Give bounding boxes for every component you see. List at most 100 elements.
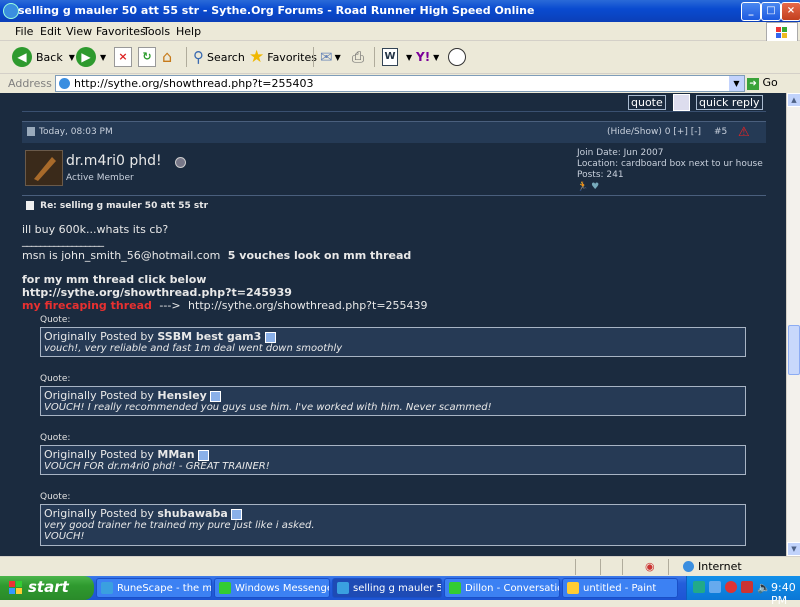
taskbar-item-paint[interactable]: untitled - Paint — [562, 578, 678, 598]
forward-button[interactable]: ▶ ▼ — [76, 45, 106, 69]
ie-icon — [337, 582, 349, 594]
post-username[interactable]: dr.m4ri0 phd! — [66, 153, 162, 169]
signature-arrow: ---> — [159, 299, 181, 312]
messenger-button[interactable] — [448, 45, 466, 69]
address-dropdown-icon[interactable]: ▼ — [729, 76, 744, 91]
edit-dropdown-icon[interactable]: ▼ — [406, 53, 412, 62]
edit-word-button[interactable]: W ▼ — [382, 45, 412, 69]
post-hide-show-controls[interactable]: (Hide/Show) 0 [+] [-] — [607, 127, 701, 137]
start-button[interactable]: start — [0, 576, 94, 600]
close-button[interactable]: × — [781, 2, 800, 21]
mail-icon: ✉ — [320, 48, 333, 66]
stop-button[interactable]: × — [114, 45, 132, 69]
address-input[interactable]: http://sythe.org/showthread.php?t=255403… — [55, 75, 745, 92]
toolbar-separator — [186, 47, 187, 67]
favorites-button[interactable]: ★ Favorites — [249, 45, 317, 69]
search-label: Search — [207, 50, 245, 64]
signature-msn: msn is john_smith_56@hotmail.com 5 vouch… — [22, 249, 411, 262]
back-dropdown-icon[interactable]: ▼ — [69, 53, 75, 62]
signature-fire-link[interactable]: http://sythe.org/showthread.php?t=255439 — [188, 299, 428, 312]
menu-file[interactable]: File — [15, 25, 33, 38]
menu-favorites[interactable]: Favorites — [96, 25, 146, 38]
quote-text: vouch!, very reliable and fast 1m deal w… — [44, 343, 343, 354]
print-button[interactable]: ⎙ — [352, 45, 364, 69]
refresh-button[interactable]: ↻ — [138, 45, 156, 69]
tray-network-icon[interactable] — [693, 581, 705, 593]
page-icon — [59, 78, 70, 89]
minimize-button[interactable]: _ — [741, 2, 761, 21]
status-divider — [668, 559, 669, 575]
signature-fire-label[interactable]: my firecaping thread — [22, 299, 152, 312]
back-button[interactable]: ◀ Back ▼ — [12, 45, 75, 69]
stop-icon: × — [114, 47, 132, 67]
toolbar-separator — [374, 47, 375, 67]
post-subject-text: Re: selling g mauler 50 att 55 str — [40, 201, 209, 211]
vertical-scrollbar[interactable]: ▲ ▼ — [786, 93, 800, 556]
multi-quote-icon[interactable] — [673, 94, 690, 111]
mail-button[interactable]: ✉ ▼ — [320, 45, 341, 69]
taskbar-item-conversation[interactable]: Dillon - Conversation — [444, 578, 560, 598]
signature-mm-link[interactable]: http://sythe.org/showthread.php?t=245939 — [22, 286, 292, 299]
home-button[interactable]: ⌂ — [162, 45, 180, 69]
signature-fire-row: my firecaping thread ---> http://sythe.o… — [22, 299, 428, 312]
menu-edit[interactable]: Edit — [40, 25, 61, 38]
page-content: quote quick reply Today, 08:03 PM (Hide/… — [0, 93, 786, 556]
online-status-icon — [175, 157, 186, 168]
view-post-icon[interactable] — [264, 331, 276, 343]
quote-attribution: Originally Posted by SSBM best gam3 — [44, 330, 742, 343]
post-subject-icon — [26, 201, 34, 210]
scroll-down-icon[interactable]: ▼ — [787, 542, 800, 556]
report-post-icon[interactable]: ⚠ — [738, 125, 750, 140]
quote-prefix: Originally Posted by — [44, 330, 154, 343]
view-post-icon[interactable] — [210, 390, 222, 402]
search-button[interactable]: ⚲ Search — [193, 45, 245, 69]
yahoo-dropdown-icon[interactable]: ▼ — [433, 53, 439, 62]
favorites-star-icon: ★ — [249, 47, 265, 67]
quote-author: shubawaba — [157, 507, 228, 520]
clock[interactable]: 9:40 PM — [771, 581, 800, 607]
msn-icon[interactable]: ♥ — [591, 182, 599, 192]
popup-blocker-icon[interactable]: ◉ — [645, 560, 655, 573]
paint-icon — [567, 582, 579, 594]
mail-dropdown-icon[interactable]: ▼ — [335, 53, 341, 62]
forward-dropdown-icon[interactable]: ▼ — [100, 53, 106, 62]
tray-security-icon[interactable] — [741, 581, 753, 593]
toolbar-separator — [313, 47, 314, 67]
tray-volume-icon[interactable]: 🔈 — [757, 581, 771, 594]
messenger-icon — [219, 582, 231, 594]
scroll-up-icon[interactable]: ▲ — [787, 93, 800, 107]
view-post-icon[interactable] — [198, 449, 210, 461]
user-title: Active Member — [66, 173, 134, 183]
view-post-icon[interactable] — [231, 508, 243, 520]
start-label: start — [28, 578, 69, 596]
maximize-button[interactable]: □ — [761, 2, 781, 21]
scroll-thumb[interactable] — [788, 325, 800, 375]
tray-app-icon[interactable] — [709, 581, 721, 593]
join-date: Join Date: Jun 2007 — [577, 148, 664, 158]
post-header: Today, 08:03 PM (Hide/Show) 0 [+] [-] #5… — [22, 121, 766, 145]
quote-label: Quote: — [40, 433, 71, 443]
go-button[interactable]: ➜ Go — [747, 76, 778, 90]
quick-reply-button[interactable]: quick reply — [696, 95, 763, 110]
quote-attribution: Originally Posted by MMan — [44, 448, 742, 461]
menu-view[interactable]: View — [66, 25, 92, 38]
quote-text: very good trainer he trained my pure jus… — [44, 520, 315, 531]
post-toolbar-row: quote quick reply — [22, 93, 766, 112]
menu-help[interactable]: Help — [176, 25, 201, 38]
conversation-icon — [449, 582, 461, 594]
taskbar-item-messenger[interactable]: Windows Messenger — [214, 578, 330, 598]
quote-label: Quote: — [40, 315, 71, 325]
menu-tools[interactable]: Tools — [143, 25, 170, 38]
address-label: Address — [8, 77, 52, 90]
yahoo-button[interactable]: Y! ▼ — [416, 45, 439, 69]
taskbar-item-forum[interactable]: selling g mauler 50 ... — [332, 578, 442, 598]
task-label: untitled - Paint — [583, 583, 657, 594]
tray-antivirus-icon[interactable] — [725, 581, 737, 593]
user-stats: Join Date: Jun 2007 Location: cardboard … — [577, 148, 763, 193]
printer-icon: ⎙ — [352, 48, 365, 66]
window-titlebar[interactable]: selling g mauler 50 att 55 str - Sythe.O… — [0, 0, 800, 22]
refresh-icon: ↻ — [138, 47, 156, 67]
post-number-link[interactable]: #5 — [714, 127, 727, 137]
quote-button[interactable]: quote — [628, 95, 666, 110]
taskbar-item-runescape[interactable]: RuneScape - the m... — [96, 578, 212, 598]
